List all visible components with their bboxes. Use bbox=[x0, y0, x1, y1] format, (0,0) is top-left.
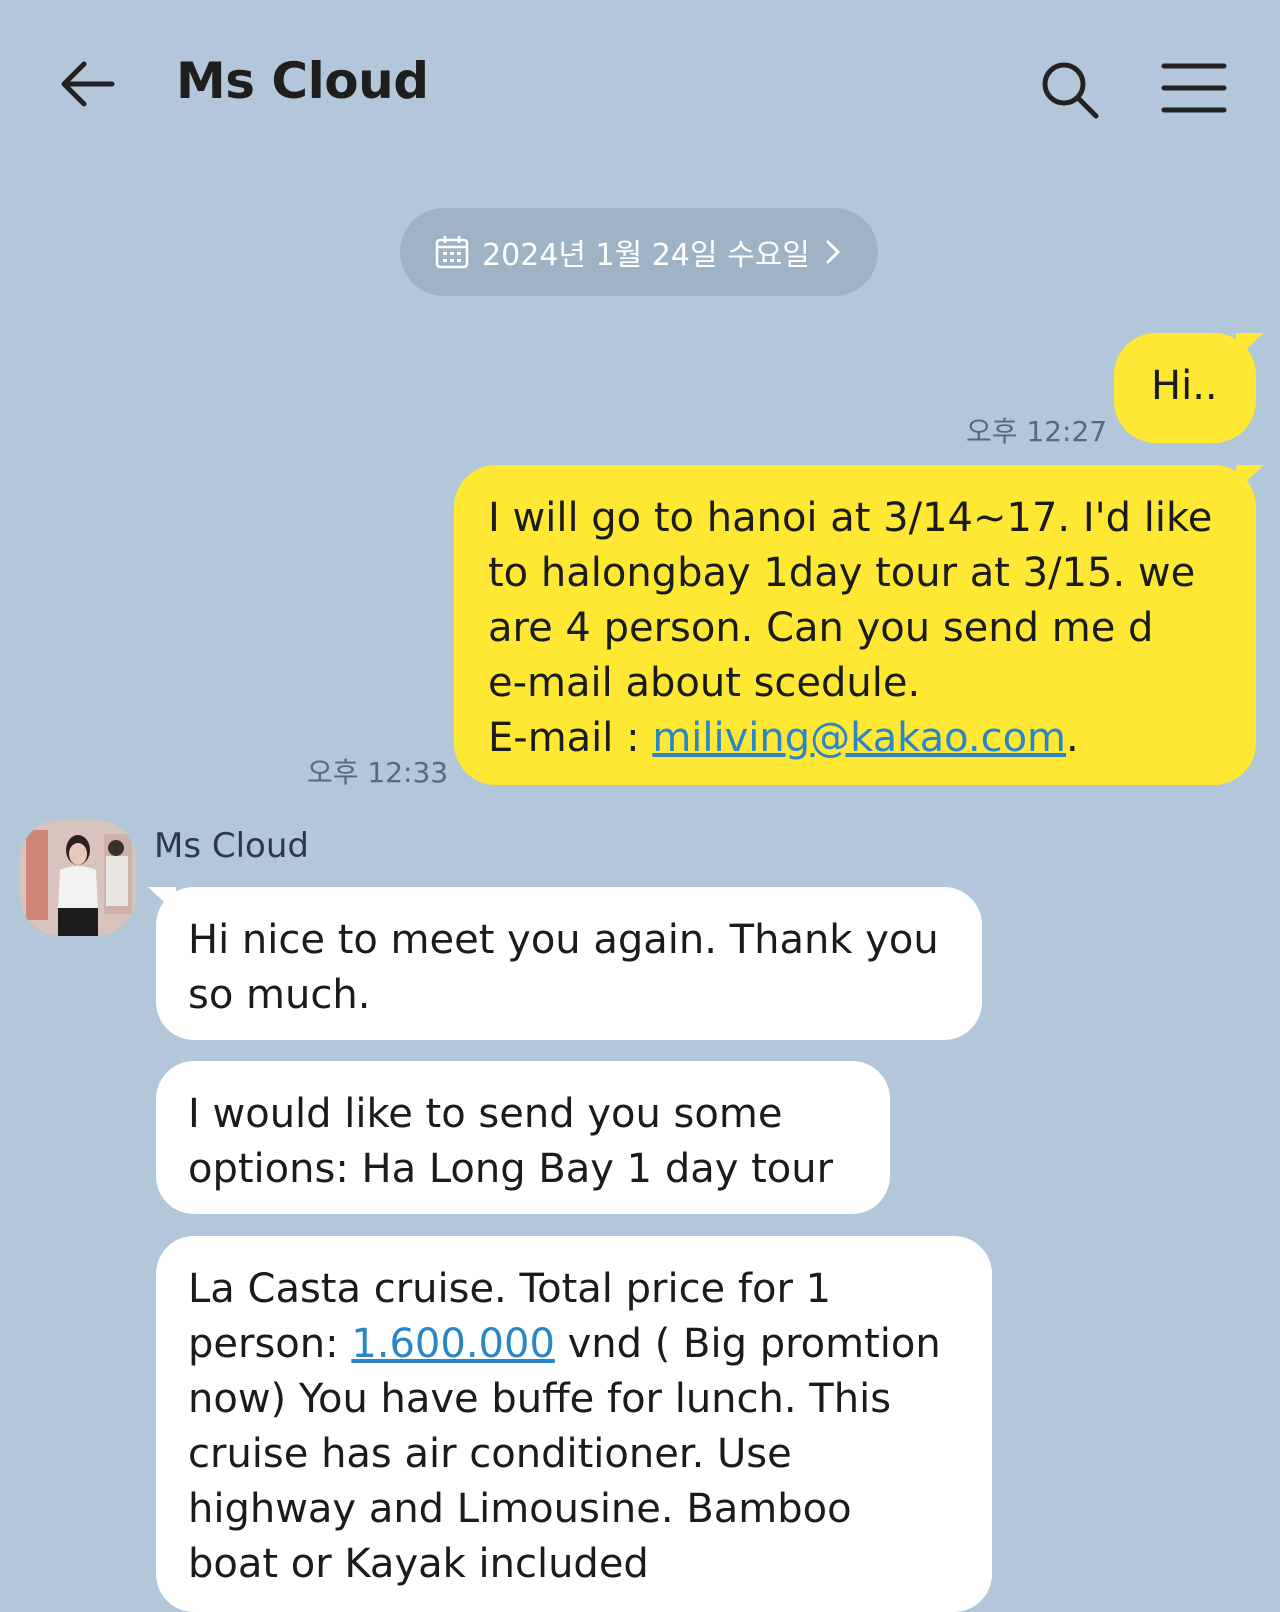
message-text: Hi.. bbox=[1151, 363, 1218, 409]
search-icon[interactable] bbox=[1038, 58, 1102, 122]
message-time: 오후 12:33 bbox=[307, 756, 449, 789]
calendar-icon bbox=[435, 236, 469, 269]
sender-name: Ms Cloud bbox=[154, 826, 309, 866]
received-message-bubble[interactable]: Hi nice to meet you again. Thank you so … bbox=[156, 887, 982, 1040]
message-text: I will go to hanoi at 3/14~17. I'd like … bbox=[488, 495, 1213, 761]
chat-header: Ms Cloud bbox=[0, 0, 1280, 175]
sent-message-bubble[interactable]: Hi.. bbox=[1114, 333, 1256, 443]
email-link[interactable]: miliving@kakao.com bbox=[652, 715, 1066, 761]
back-arrow-icon[interactable] bbox=[56, 52, 120, 116]
sent-message-bubble[interactable]: I will go to hanoi at 3/14~17. I'd like … bbox=[454, 465, 1256, 785]
chat-title: Ms Cloud bbox=[176, 52, 429, 110]
chevron-right-icon bbox=[826, 240, 840, 264]
menu-icon[interactable] bbox=[1160, 58, 1228, 118]
message-time: 오후 12:27 bbox=[966, 415, 1108, 448]
date-label: 2024년 1월 24일 수요일 bbox=[482, 238, 810, 273]
date-divider[interactable]: 2024년 1월 24일 수요일 bbox=[400, 208, 878, 296]
message-text: La Casta cruise. Total price for 1 perso… bbox=[188, 1266, 941, 1587]
message-text: I would like to send you some options: H… bbox=[188, 1091, 834, 1192]
bubble-tail bbox=[1236, 465, 1264, 491]
price-link[interactable]: 1.600.000 bbox=[351, 1321, 555, 1367]
bubble-tail bbox=[1236, 333, 1264, 359]
received-message-bubble[interactable]: I would like to send you some options: H… bbox=[156, 1061, 890, 1214]
received-message-bubble[interactable]: La Casta cruise. Total price for 1 perso… bbox=[156, 1236, 992, 1612]
message-text: Hi nice to meet you again. Thank you so … bbox=[188, 917, 939, 1018]
avatar[interactable] bbox=[20, 820, 136, 936]
